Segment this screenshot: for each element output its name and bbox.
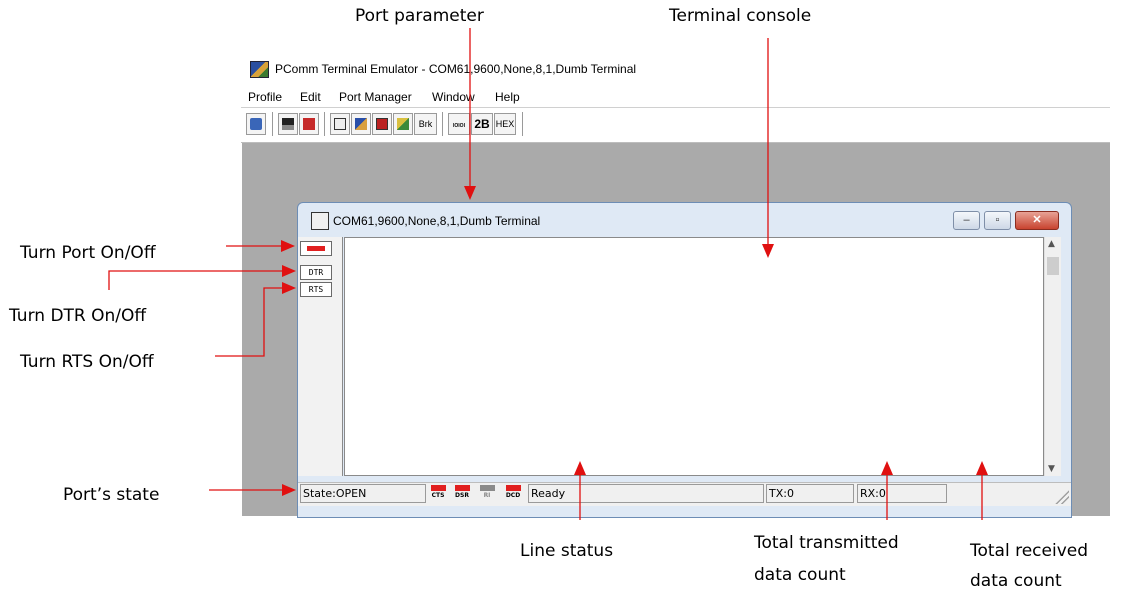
toolbar-separator xyxy=(272,112,273,136)
hex-button[interactable]: HEX xyxy=(494,113,516,135)
label-turn-rts: Turn RTS On/Off xyxy=(20,352,154,372)
label-turn-port: Turn Port On/Off xyxy=(20,243,156,263)
toolbar-separator xyxy=(324,112,325,136)
tx-count: TX:0 xyxy=(766,484,854,503)
ri-label: RI xyxy=(483,492,491,499)
scroll-up-icon[interactable]: ▲ xyxy=(1048,239,1055,249)
exit-icon xyxy=(303,118,315,130)
line-status: Ready xyxy=(528,484,764,503)
open-icon xyxy=(250,118,262,130)
port-parameter-title: COM61,9600,None,8,1,Dumb Terminal xyxy=(333,214,541,228)
transfer-icon xyxy=(355,118,367,130)
toolbar-separator xyxy=(522,112,523,136)
open-button[interactable] xyxy=(246,113,266,135)
macro-button[interactable] xyxy=(393,113,413,135)
scan-icon: IOIOI xyxy=(453,123,465,129)
capture-button[interactable] xyxy=(372,113,392,135)
terminal-icon xyxy=(311,212,329,230)
menu-profile[interactable]: Profile xyxy=(248,90,282,104)
label-line-status: Line status xyxy=(520,541,614,561)
console-scrollbar[interactable]: ▲ ▼ xyxy=(1044,237,1061,476)
minimize-button[interactable]: – xyxy=(953,211,980,230)
ri-led: RI xyxy=(478,485,496,502)
toolbar: Brk IOIOI 2B HEX xyxy=(241,108,1110,143)
port-toggle-button[interactable] xyxy=(300,241,332,256)
scrollbar-thumb[interactable] xyxy=(1047,257,1059,275)
terminal-title-bar[interactable]: COM61,9600,None,8,1,Dumb Terminal – ▫ ✕ xyxy=(298,203,1071,235)
rx-count: RX:0 xyxy=(857,484,947,503)
save-icon xyxy=(282,118,294,130)
menu-port-manager[interactable]: Port Manager xyxy=(339,90,412,104)
label-total-rx-line2: data count xyxy=(970,571,1062,591)
label-total-tx-line1: Total transmitted xyxy=(754,533,899,553)
capture-icon xyxy=(376,118,388,130)
label-turn-dtr: Turn DTR On/Off xyxy=(9,306,147,326)
control-sidebar: DTR RTS xyxy=(298,237,343,476)
properties-icon xyxy=(334,118,346,130)
label-total-tx-line2: data count xyxy=(754,565,846,585)
terminal-console[interactable] xyxy=(344,237,1044,476)
restore-button[interactable]: ▫ xyxy=(984,211,1011,230)
status-bar: State:OPEN CTS DSR RI DCD Ready TX:0 RX:… xyxy=(298,482,1071,506)
rts-toggle-button[interactable]: RTS xyxy=(300,282,332,297)
cts-led: CTS xyxy=(429,485,447,502)
port-state: State:OPEN xyxy=(300,484,426,503)
label-terminal-console: Terminal console xyxy=(669,6,812,26)
cts-label: CTS xyxy=(431,492,445,499)
two-byte-button[interactable]: 2B xyxy=(471,113,493,135)
label-ports-state: Port’s state xyxy=(63,485,160,505)
terminal-window: COM61,9600,None,8,1,Dumb Terminal – ▫ ✕ … xyxy=(297,202,1072,518)
dsr-label: DSR xyxy=(455,492,469,499)
scroll-down-icon[interactable]: ▼ xyxy=(1048,464,1055,474)
close-button[interactable]: ✕ xyxy=(1015,211,1059,230)
label-total-rx-line1: Total received xyxy=(970,541,1089,561)
app-title-bar: PComm Terminal Emulator - COM61,9600,Non… xyxy=(241,52,1110,86)
label-port-parameter: Port parameter xyxy=(355,6,484,26)
menu-edit[interactable]: Edit xyxy=(300,90,321,104)
menu-bar: Profile Edit Port Manager Window Help xyxy=(241,87,1110,108)
menu-window[interactable]: Window xyxy=(432,90,475,104)
app-icon xyxy=(250,61,269,78)
app-title: PComm Terminal Emulator - COM61,9600,Non… xyxy=(275,62,637,76)
dtr-toggle-button[interactable]: DTR xyxy=(300,265,332,280)
properties-button[interactable] xyxy=(330,113,350,135)
dcd-led: DCD xyxy=(504,485,522,502)
menu-help[interactable]: Help xyxy=(495,90,520,104)
macro-icon xyxy=(397,118,409,130)
toolbar-separator xyxy=(442,112,443,136)
break-button[interactable]: Brk xyxy=(414,113,437,135)
resize-grip-icon[interactable] xyxy=(1055,490,1069,504)
exit-button[interactable] xyxy=(299,113,319,135)
scan-button[interactable]: IOIOI xyxy=(448,113,470,135)
dcd-label: DCD xyxy=(505,492,521,499)
port-state-indicator xyxy=(307,246,325,251)
save-button[interactable] xyxy=(278,113,298,135)
dsr-led: DSR xyxy=(453,485,471,502)
transfer-button[interactable] xyxy=(351,113,371,135)
